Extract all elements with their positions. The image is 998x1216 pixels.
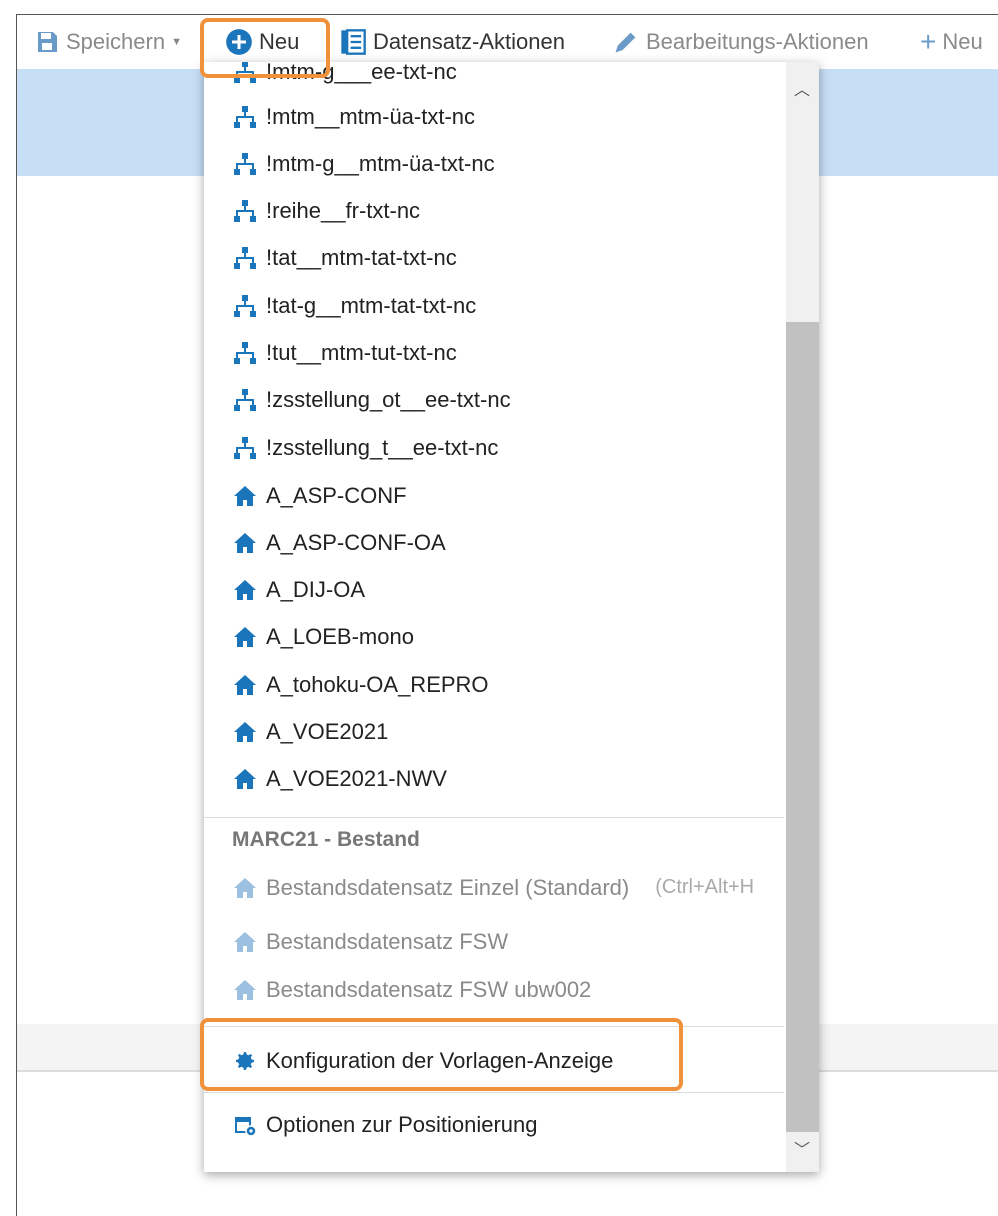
sitemap-icon [232, 246, 258, 270]
home-icon [232, 625, 258, 649]
menu-item-holding[interactable]: Bestandsdatensatz FSW ubw002 [204, 966, 784, 1013]
section-title-marc21-bestand: MARC21 - Bestand [232, 828, 420, 851]
menu-item-label: A_VOE2021-NWV [266, 766, 447, 792]
sitemap-icon [232, 152, 258, 176]
menu-item-label: !tat__mtm-tat-txt-nc [266, 245, 457, 271]
scroll-down-icon[interactable]: ﹀ [794, 1136, 810, 1160]
menu-item-holding[interactable]: Bestandsdatensatz Einzel (Standard) (Ctrl… [204, 864, 784, 911]
menu-item-structure[interactable]: !tat__mtm-tat-txt-nc [204, 235, 784, 282]
sitemap-icon [232, 105, 258, 129]
menu-item-label: A_ASP-CONF-OA [266, 529, 446, 555]
menu-item-label: !reihe__fr-txt-nc [266, 198, 421, 224]
scroll-up-icon[interactable]: ︿ [794, 76, 810, 100]
menu-item-label: A_LOEB-mono [266, 624, 414, 650]
menu-item-label: Bestandsdatensatz FSW ubw002 [266, 976, 592, 1002]
menu-item-structure[interactable]: !zsstellung_ot__ee-txt-nc [204, 377, 784, 424]
menu-item-template[interactable]: A_ASP-CONF [204, 472, 784, 519]
shortcut-hint: (Ctrl+Alt+H [655, 876, 755, 898]
menu-scrollbar[interactable]: ︿ ﹀ [786, 62, 819, 1172]
edit-actions-label: Bearbeitungs-Aktionen [646, 29, 869, 54]
menu-item-label: !zsstellung_ot__ee-txt-nc [266, 387, 511, 413]
new-secondary-label: Neu [942, 29, 983, 54]
pencil-icon [615, 32, 636, 53]
list-icon [341, 29, 366, 55]
home-icon [232, 930, 258, 954]
separator [204, 1092, 784, 1093]
menu-item-label: A_VOE2021 [266, 719, 389, 744]
menu-item-structure[interactable]: !mtm__mtm-üa-txt-nc [204, 93, 784, 140]
menu-item-label: Optionen zur Positionierung [266, 1111, 538, 1137]
edit-actions-button[interactable]: Bearbeitungs-Aktionen [612, 15, 869, 69]
menu-item-label: A_ASP-CONF [266, 482, 407, 508]
menu-item-label: !mtm__mtm-üa-txt-nc [266, 103, 476, 129]
menu-item-structure[interactable]: !tat-g__mtm-tat-txt-nc [204, 282, 784, 329]
record-actions-label: Datensatz-Aktionen [373, 29, 565, 54]
menu-item-template[interactable]: A_VOE2021-NWV [204, 756, 784, 803]
sitemap-icon [232, 341, 258, 365]
calendar-gear-icon [232, 1113, 258, 1137]
sitemap-icon [232, 294, 258, 318]
menu-item-structure[interactable]: !zsstellung_t__ee-txt-nc [204, 424, 784, 471]
menu-item-label: A_DIJ-OA [266, 577, 366, 603]
highlight-new-button [200, 18, 330, 78]
home-icon [232, 720, 258, 744]
separator [204, 817, 784, 818]
sitemap-icon [232, 436, 258, 460]
sitemap-icon [232, 199, 258, 223]
menu-item-template[interactable]: A_tohoku-OA_REPRO [204, 661, 784, 708]
menu-item-label: !tat-g__mtm-tat-txt-nc [266, 292, 477, 318]
menu-item-structure[interactable]: !tut__mtm-tut-txt-nc [204, 330, 784, 377]
scrollbar-thumb[interactable] [786, 322, 819, 1132]
menu-item-label: A_tohoku-OA_REPRO [266, 671, 489, 697]
new-dropdown-menu: !mtm-g___ee-txt-nc MARC21 - Bestand Konf… [204, 62, 819, 1172]
home-icon [232, 767, 258, 791]
highlight-config-item [200, 1018, 683, 1091]
menu-item-template[interactable]: A_LOEB-mono [204, 614, 784, 661]
home-icon [232, 484, 258, 508]
menu-item-label: !mtm-g__mtm-üa-txt-nc [266, 150, 495, 176]
home-icon [232, 578, 258, 602]
plus-icon: + [920, 26, 937, 57]
menu-item-label: !zsstellung_t__ee-txt-nc [266, 434, 499, 460]
menu-item-template[interactable]: A_VOE2021 [204, 709, 784, 756]
home-icon [232, 531, 258, 555]
home-icon [232, 978, 258, 1002]
home-icon [232, 673, 258, 697]
menu-item-template[interactable]: A_DIJ-OA [204, 567, 784, 614]
save-icon [38, 32, 57, 52]
home-icon [232, 876, 258, 900]
menu-item-label: !tut__mtm-tut-txt-nc [266, 340, 457, 365]
save-button[interactable]: Speichern ▼ [34, 15, 182, 69]
record-actions-button[interactable]: Datensatz-Aktionen [339, 15, 565, 69]
toolbar: Speichern ▼ Neu Datensatz-Aktionen Bearb… [17, 15, 998, 69]
menu-item-holding[interactable]: Bestandsdatensatz FSW [204, 918, 784, 965]
save-dropdown-caret[interactable]: ▼ [171, 36, 182, 48]
menu-item-template[interactable]: A_ASP-CONF-OA [204, 519, 784, 566]
menu-item-positioning[interactable]: Optionen zur Positionierung [204, 1101, 784, 1148]
menu-item-label: Bestandsdatensatz Einzel (Standard) [266, 874, 630, 900]
new-secondary-button[interactable]: + Neu [920, 15, 983, 69]
save-label: Speichern [66, 29, 166, 54]
menu-item-label: Bestandsdatensatz FSW [266, 928, 509, 954]
menu-item-structure[interactable]: !mtm-g__mtm-üa-txt-nc [204, 140, 784, 187]
sitemap-icon [232, 388, 258, 412]
menu-item-structure[interactable]: !reihe__fr-txt-nc [204, 188, 784, 235]
